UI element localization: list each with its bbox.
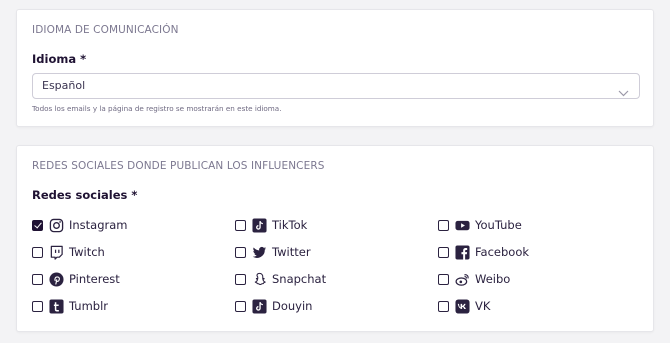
option-label: Facebook bbox=[475, 245, 530, 259]
facebook-checkbox[interactable] bbox=[438, 246, 449, 258]
twitter-checkbox[interactable] bbox=[235, 246, 246, 258]
twitter-icon bbox=[252, 245, 267, 260]
language-select[interactable]: Español bbox=[32, 73, 640, 99]
instagram-checkbox[interactable] bbox=[32, 219, 43, 231]
chevron-down-icon bbox=[618, 82, 629, 97]
language-label: Idioma * bbox=[32, 52, 87, 66]
option-snapchat[interactable]: Snapchat bbox=[235, 271, 326, 287]
tumblr-checkbox[interactable] bbox=[32, 300, 43, 312]
tumblr-icon bbox=[49, 298, 64, 314]
vk-icon bbox=[455, 298, 470, 314]
tiktok-checkbox[interactable] bbox=[235, 219, 246, 231]
vk-checkbox[interactable] bbox=[438, 300, 449, 312]
option-label: Instagram bbox=[69, 218, 128, 232]
weibo-icon bbox=[455, 272, 470, 287]
option-label: Douyin bbox=[272, 299, 313, 313]
twitch-icon bbox=[49, 245, 64, 260]
weibo-checkbox[interactable] bbox=[438, 273, 449, 285]
social-label: Redes sociales * bbox=[32, 188, 138, 202]
youtube-icon bbox=[455, 218, 470, 233]
option-twitch[interactable]: Twitch bbox=[32, 244, 105, 260]
social-networks-card: REDES SOCIALES DONDE PUBLICAN LOS INFLUE… bbox=[16, 145, 654, 332]
option-douyin[interactable]: Douyin bbox=[235, 298, 312, 314]
option-label: Weibo bbox=[475, 272, 511, 286]
option-weibo[interactable]: Weibo bbox=[438, 271, 510, 287]
option-youtube[interactable]: YouTube bbox=[438, 217, 522, 233]
snapchat-icon bbox=[252, 272, 267, 287]
snapchat-checkbox[interactable] bbox=[235, 273, 246, 285]
tiktok-icon bbox=[252, 217, 267, 233]
social-section-title: REDES SOCIALES DONDE PUBLICAN LOS INFLUE… bbox=[32, 160, 325, 172]
instagram-icon bbox=[49, 218, 64, 233]
option-label: Snapchat bbox=[272, 272, 327, 286]
option-twitter[interactable]: Twitter bbox=[235, 244, 311, 260]
douyin-icon bbox=[252, 298, 267, 314]
option-facebook[interactable]: Facebook bbox=[438, 244, 529, 260]
pinterest-checkbox[interactable] bbox=[32, 273, 43, 285]
option-vk[interactable]: VK bbox=[438, 298, 490, 314]
facebook-icon bbox=[455, 244, 470, 260]
language-helper-text: Todos los emails y la página de registro… bbox=[32, 104, 282, 113]
option-label: Tumblr bbox=[69, 299, 108, 313]
youtube-checkbox[interactable] bbox=[438, 219, 449, 231]
option-label: TikTok bbox=[272, 218, 308, 232]
option-pinterest[interactable]: Pinterest bbox=[32, 271, 120, 287]
douyin-checkbox[interactable] bbox=[235, 300, 246, 312]
language-card: IDIOMA DE COMUNICACIÓN Idioma * Español … bbox=[16, 9, 654, 127]
option-label: Pinterest bbox=[69, 272, 120, 286]
option-tumblr[interactable]: Tumblr bbox=[32, 298, 108, 314]
pinterest-icon bbox=[49, 271, 64, 287]
option-label: YouTube bbox=[475, 218, 522, 232]
language-select-value: Español bbox=[42, 79, 86, 92]
option-label: Twitter bbox=[272, 245, 311, 259]
option-label: Twitch bbox=[69, 245, 105, 259]
twitch-checkbox[interactable] bbox=[32, 246, 43, 258]
option-tiktok[interactable]: TikTok bbox=[235, 217, 307, 233]
option-label: VK bbox=[475, 299, 491, 313]
language-section-title: IDIOMA DE COMUNICACIÓN bbox=[32, 24, 179, 36]
option-instagram[interactable]: Instagram bbox=[32, 217, 128, 233]
